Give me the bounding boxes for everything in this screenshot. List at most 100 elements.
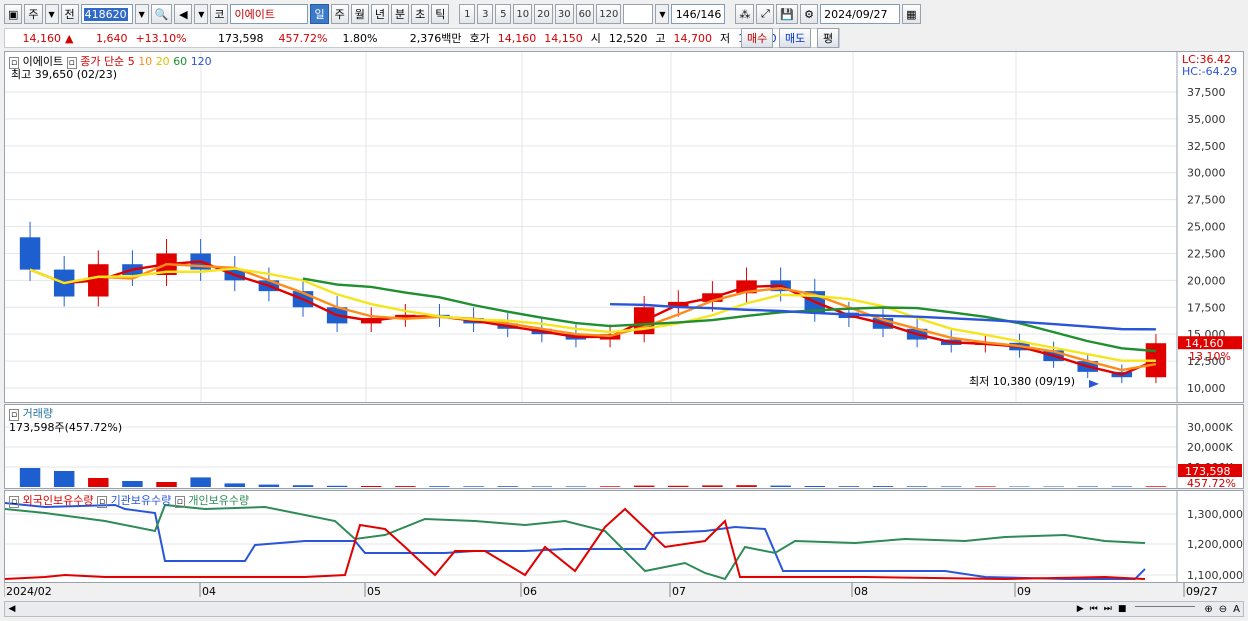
chevron-down-icon[interactable]: ▼ — [44, 4, 59, 24]
jump-start-icon[interactable]: ⏮ — [1087, 604, 1101, 614]
minute-label: 10 — [516, 8, 530, 20]
panel-menu-icon[interactable]: ▫ — [9, 496, 20, 508]
interval-month-button[interactable]: 월 — [350, 4, 369, 24]
calendar-icon[interactable]: ▦ — [902, 4, 921, 24]
volume-bar — [838, 486, 860, 487]
prev-button[interactable]: 전 — [60, 4, 79, 24]
ma10-label: 10 — [138, 55, 153, 68]
date-value: 2024/09/27 — [824, 7, 888, 21]
ma60-label: 60 — [173, 55, 188, 68]
minute-120-button[interactable]: 120 — [596, 4, 622, 24]
turnover-rate: 1.80% — [342, 31, 378, 45]
stock-name-field[interactable]: 이에이트 — [230, 4, 309, 24]
high-price: 14,700 — [673, 31, 712, 45]
holdings-panel[interactable]: 1,300,000 1,200,000 1,100,000 ▫ 외국인보유수량 ▫ … — [4, 490, 1244, 583]
volume-ratio: 457.72% — [278, 31, 328, 45]
quote-bar: 14,160 ▲ 1,640 +13.10% 173,598 457.72% 1… — [4, 28, 840, 48]
minute-1-button[interactable]: 1 — [459, 4, 476, 24]
volume-bar — [326, 485, 348, 487]
volume-panel[interactable]: 30,000K20,000K10,000K173,598457.72% ▫ 거래… — [4, 404, 1244, 490]
code-dropdown-icon[interactable]: ▼ — [134, 4, 149, 24]
y-tick-label: 10,000 — [1187, 382, 1226, 395]
volume-bar — [599, 486, 621, 487]
window-menu-icon[interactable]: ▣ — [4, 4, 23, 24]
speaker-dropdown-icon[interactable]: ▼ — [194, 4, 209, 24]
interval-second-button[interactable]: 초 — [411, 4, 430, 24]
volume-bar — [463, 486, 484, 487]
holdings-legend: ▫ 외국인보유수량 ▫ 기관보유수량 ▫ 개인보유수량 — [9, 492, 249, 508]
volume-bar — [804, 486, 825, 487]
minute-label: 1 — [464, 8, 471, 20]
custom-interval-input[interactable] — [623, 4, 654, 24]
minute-label: 20 — [537, 8, 550, 20]
buy-label: 매수 — [747, 32, 768, 45]
minute-30-button[interactable]: 30 — [554, 4, 574, 24]
y-tick-label: 30,000K — [1187, 421, 1233, 434]
jump-end-icon[interactable]: ⏭ — [1101, 604, 1115, 614]
save-icon[interactable]: 💾 — [776, 4, 799, 24]
prev-label: 전 — [64, 8, 75, 21]
y-tick-label: 32,500 — [1187, 140, 1226, 153]
speaker-icon[interactable]: ◀ — [174, 4, 193, 24]
custom-interval-dropdown-icon[interactable]: ▼ — [655, 4, 670, 24]
horizontal-scrollbar[interactable]: ◀ ▶ ⏮ ⏭ ■ ⊕ ⊖ A — [4, 601, 1244, 617]
volume-chart[interactable]: 30,000K20,000K10,000K173,598457.72% — [5, 405, 1243, 490]
interval-minute-button[interactable]: 분 — [390, 4, 410, 24]
interval-tick-button[interactable]: 틱 — [431, 4, 450, 24]
x-tick-label: 2024/02 — [6, 585, 52, 598]
volume-bar — [190, 477, 211, 487]
interval-label: 년 — [374, 8, 385, 21]
price-change: 1,640 — [95, 31, 128, 45]
scroll-left-icon[interactable]: ◀ — [5, 604, 19, 614]
price-change-pct: +13.10% — [135, 31, 187, 45]
open-label: 시 — [590, 32, 601, 45]
gear-icon[interactable]: ⚙ — [800, 4, 819, 24]
stock-code-input[interactable]: 418620 — [80, 4, 133, 24]
data-count-field[interactable]: 146/146 — [671, 4, 726, 24]
period-select[interactable]: 주 — [24, 4, 43, 24]
zoom-slider[interactable] — [1135, 606, 1196, 612]
price-panel[interactable]: 37,500 35,000 32,500 30,000 27,500 25,000 22,5… — [4, 51, 1244, 403]
grid-icon[interactable]: ⁂ — [735, 4, 755, 24]
avg-button[interactable]: 평 — [817, 28, 840, 48]
panel-menu-icon[interactable]: ▫ — [96, 496, 108, 508]
low-marker-arrow — [1089, 379, 1099, 388]
volume-bar — [1145, 486, 1167, 487]
y-tick-label: 1,100,000 — [1187, 569, 1243, 582]
zoom-in-icon[interactable]: ⊕ — [1201, 604, 1215, 615]
high-note: 최고 39,650 (02/23) — [11, 66, 117, 82]
x-tick-label: 07 — [672, 585, 686, 598]
volume-bar — [156, 482, 177, 487]
volume-bar — [395, 486, 416, 487]
minute-60-button[interactable]: 60 — [575, 4, 595, 24]
zoom-out-icon[interactable]: ⊖ — [1216, 604, 1230, 615]
stop-icon[interactable]: ■ — [1115, 604, 1130, 614]
ma20-label: 20 — [155, 55, 170, 68]
volume-bar — [975, 486, 996, 487]
minute-label: 3 — [482, 8, 489, 20]
interval-label: 월 — [354, 8, 365, 21]
interval-label: 주 — [334, 8, 345, 21]
volume-bar — [633, 485, 655, 487]
minute-10-button[interactable]: 10 — [513, 4, 533, 24]
interval-year-button[interactable]: 년 — [370, 4, 389, 24]
interval-day-button[interactable]: 일 — [310, 4, 329, 24]
sell-button[interactable]: 매도 — [779, 28, 812, 48]
interval-label: 초 — [415, 8, 426, 21]
ma5-label: 5 — [127, 55, 135, 68]
draw-tool-icon[interactable]: ⤢ — [756, 4, 775, 24]
minute-3-button[interactable]: 3 — [477, 4, 494, 24]
market-label: 코 — [210, 4, 229, 24]
scroll-right-icon[interactable]: ▶ — [1074, 604, 1087, 614]
search-icon[interactable]: 🔍 — [150, 4, 173, 24]
current-price-tag-text: 14,160 — [1185, 337, 1224, 350]
price-chart[interactable]: 37,500 35,000 32,500 30,000 27,500 25,000 22,5… — [5, 52, 1243, 402]
panel-menu-icon[interactable]: ▫ — [174, 496, 185, 508]
buy-button[interactable]: 매수 — [741, 28, 774, 48]
individual-legend: 개인보유수량 — [188, 494, 250, 507]
minute-5-button[interactable]: 5 — [495, 4, 512, 24]
text-size-icon[interactable]: A — [1230, 604, 1243, 615]
date-field[interactable]: 2024/09/27 — [820, 4, 901, 24]
minute-20-button[interactable]: 20 — [534, 4, 553, 24]
interval-week-button[interactable]: 주 — [330, 4, 349, 24]
